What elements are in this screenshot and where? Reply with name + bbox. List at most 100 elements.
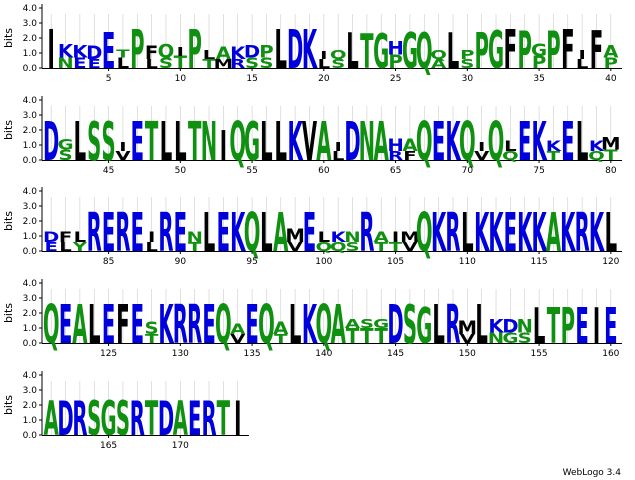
y-tick-label: 1.0 — [23, 141, 38, 151]
x-tick-label: 25 — [390, 74, 401, 84]
y-tick-label: 2.0 — [23, 309, 38, 319]
residue-L: L — [74, 229, 87, 246]
residue-E: E — [303, 203, 316, 264]
residue-L: L — [447, 22, 460, 80]
residue-T: T — [145, 391, 159, 447]
residue-G: G — [488, 22, 504, 81]
residue-E: E — [217, 203, 230, 264]
y-axis-label: bits — [2, 120, 15, 140]
residue-L: L — [74, 112, 87, 173]
residue-T: T — [145, 112, 159, 173]
y-tick-label: 4.0 — [23, 4, 38, 14]
residue-E: E — [59, 295, 72, 356]
x-tick-label: 155 — [530, 349, 547, 359]
residue-G: G — [416, 297, 432, 355]
residue-L: L — [174, 112, 187, 173]
x-tick-label: 15 — [246, 74, 257, 84]
residue-F: F — [590, 22, 603, 81]
residue-T: T — [188, 112, 202, 173]
residue-R: R — [187, 295, 202, 356]
x-tick-label: 90 — [175, 257, 187, 267]
residue-L: L — [475, 295, 488, 356]
residue-P: P — [130, 20, 144, 81]
residue-Q: Q — [430, 48, 447, 62]
residue-S: S — [116, 391, 130, 447]
residue-L: L — [533, 297, 546, 355]
residue-A: A — [173, 391, 188, 447]
x-tick-label: 95 — [246, 257, 257, 267]
residue-S: S — [403, 295, 417, 356]
residue-E: E — [604, 297, 617, 355]
x-tick-label: 85 — [103, 257, 114, 267]
residue-I: I — [320, 49, 327, 61]
residue-D: D — [287, 20, 303, 81]
residue-N: N — [186, 229, 202, 246]
residue-D: D — [57, 391, 73, 447]
residue-F: F — [59, 229, 72, 246]
residue-K: K — [302, 20, 318, 81]
residue-G: G — [101, 391, 117, 447]
residue-E: E — [518, 112, 531, 173]
x-tick-label: 5 — [106, 74, 112, 84]
residue-E: E — [102, 22, 115, 80]
residue-S: S — [360, 317, 374, 331]
residue-S: S — [87, 112, 101, 173]
residue-G: G — [244, 112, 260, 173]
residue-Q: Q — [244, 203, 261, 264]
residue-T: T — [116, 48, 130, 60]
residue-A: A — [546, 203, 561, 264]
residue-L: L — [160, 112, 173, 173]
residue-D: D — [244, 43, 260, 62]
logo-row-4: bits0.01.02.03.04.0Q E A L E125 F E TS K R130R E QV… — [2, 279, 622, 359]
x-tick-label: 20 — [318, 74, 330, 84]
residue-Q: Q — [488, 112, 505, 173]
residue-L: L — [275, 112, 288, 173]
residue-R: R — [575, 203, 590, 264]
residue-L: L — [461, 203, 474, 264]
logo-row-3: bits0.01.02.03.04.0EDLFYL R E85 R E LI R E90TN L… — [2, 187, 622, 267]
residue-P: P — [259, 43, 273, 62]
residue-L: L — [576, 112, 589, 173]
x-tick-label: 105 — [387, 257, 404, 267]
residue-A: A — [345, 317, 361, 331]
y-axis-label: bits — [2, 28, 15, 48]
residue-G: G — [531, 41, 547, 60]
x-tick-label: 50 — [175, 166, 187, 176]
y-axis-label: bits — [2, 395, 15, 415]
residue-P: P — [187, 20, 201, 81]
residue-Q: Q — [158, 41, 175, 62]
residue-L: L — [432, 295, 445, 356]
residue-I: I — [119, 140, 126, 154]
y-tick-label: 4.0 — [23, 96, 38, 106]
x-tick-label: 170 — [172, 441, 189, 451]
residue-E: E — [561, 112, 574, 173]
x-tick-label: 145 — [387, 349, 404, 359]
logo-row-1: bits0.01.02.03.04.0I NKEKED E5LT P LF SQTI10 P… — [2, 4, 622, 84]
y-tick-label: 3.0 — [23, 111, 38, 121]
residue-I: I — [48, 20, 55, 81]
residue-A: A — [216, 44, 231, 63]
residue-E: E — [131, 112, 144, 173]
residue-Q: Q — [416, 112, 433, 173]
x-tick-label: 45 — [103, 166, 114, 176]
residue-I: I — [392, 229, 399, 246]
y-tick-label: 3.0 — [23, 386, 38, 396]
residue-A: A — [72, 295, 87, 356]
x-tick-label: 55 — [246, 166, 257, 176]
residue-P: P — [561, 297, 575, 355]
residue-E: E — [131, 295, 144, 356]
residue-A: A — [316, 112, 331, 173]
x-tick-label: 10 — [175, 74, 187, 84]
residue-A: A — [230, 321, 246, 338]
y-tick-label: 1.0 — [23, 49, 38, 59]
residue-F: F — [145, 43, 158, 64]
residue-L: L — [260, 112, 273, 173]
residue-I: I — [177, 45, 184, 59]
residue-I: I — [234, 391, 241, 447]
residue-L: L — [275, 20, 288, 81]
residue-E: E — [131, 203, 144, 264]
residue-N: N — [344, 229, 360, 246]
x-tick-label: 80 — [605, 166, 617, 176]
y-tick-label: 4.0 — [23, 187, 38, 197]
residue-L: L — [605, 203, 618, 264]
